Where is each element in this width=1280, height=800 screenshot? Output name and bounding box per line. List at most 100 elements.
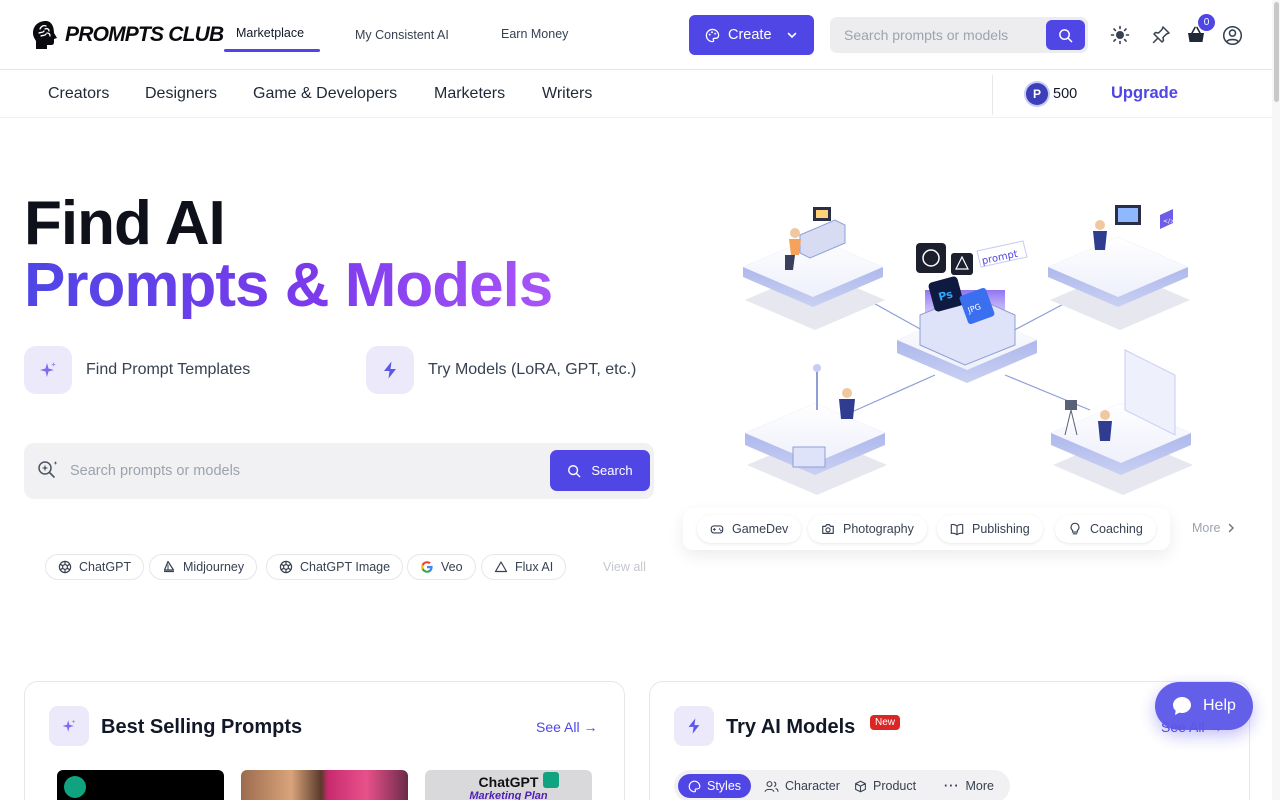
thumbnail-title: ChatGPT	[478, 774, 539, 790]
cart-count-badge: 0	[1198, 14, 1215, 31]
subnav-item-creators[interactable]: Creators	[48, 85, 109, 103]
pin-icon	[1152, 26, 1170, 44]
page-scrollbar[interactable]	[1272, 0, 1280, 800]
model-chip-label: Veo	[441, 560, 463, 574]
category-chip-photography[interactable]: Photography	[808, 515, 927, 543]
users-icon	[764, 780, 779, 792]
create-button[interactable]: Create	[689, 15, 814, 55]
model-chip-chatgpt[interactable]: ChatGPT	[45, 554, 145, 580]
hero-isometric-illustration: </> Ps JPG prompt	[743, 205, 1193, 495]
feature-label: Try Models (LoRA, GPT, etc.)	[428, 361, 637, 378]
chevron-right-icon	[1229, 523, 1235, 533]
subnav-item-designers[interactable]: Designers	[145, 85, 217, 103]
model-chip-label: ChatGPT	[79, 560, 132, 574]
subnav-item-game-developers[interactable]: Game & Developers	[253, 85, 397, 103]
subnav-item-writers[interactable]: Writers	[542, 85, 592, 103]
subnav-item-marketers[interactable]: Marketers	[434, 85, 505, 103]
openai-icon	[58, 560, 72, 574]
tab-more[interactable]: ··· More	[934, 774, 1004, 798]
model-chip-label: Flux AI	[515, 560, 554, 574]
view-all-models-link[interactable]: View all	[603, 560, 648, 574]
tab-styles[interactable]: Styles	[678, 774, 752, 798]
feature-find-prompt-templates[interactable]: Find Prompt Templates	[24, 346, 250, 394]
user-circle-icon	[1222, 25, 1242, 45]
nav-tab-my-consistent-ai[interactable]: My Consistent AI	[355, 28, 449, 42]
header-search-input[interactable]	[844, 17, 1044, 53]
model-chip-veo[interactable]: Veo	[407, 554, 476, 580]
search-sparkle-icon	[38, 461, 58, 478]
thumbnail-subtitle: Marketing Plan	[469, 790, 548, 800]
best-selling-prompts-card: Best Selling Prompts See All → ChatGPT M…	[24, 681, 625, 800]
tab-label: Styles	[707, 779, 742, 793]
book-icon	[950, 523, 964, 536]
account-button[interactable]	[1221, 24, 1243, 46]
category-chip-bar: GameDev Photography Publishing Coaching	[683, 508, 1170, 550]
best-selling-see-all-link[interactable]: See All →	[536, 719, 597, 735]
points-coin-icon: P	[1026, 83, 1048, 105]
more-categories-label: More	[1192, 521, 1221, 535]
model-chip-chatgpt-image[interactable]: ChatGPT Image	[266, 554, 404, 580]
feature-icon-box	[366, 346, 414, 394]
category-subnav: Creators Designers Game & Developers Mar…	[0, 71, 1272, 118]
card-icon-box	[674, 706, 714, 746]
brain-head-icon	[33, 21, 57, 49]
search-icon	[1059, 28, 1073, 42]
logo-text: PROMPTS CLUB	[65, 23, 224, 46]
more-categories-button[interactable]: More	[1192, 521, 1236, 535]
feature-label: Find Prompt Templates	[86, 361, 251, 378]
prompt-thumbnail[interactable]	[57, 770, 224, 800]
openai-icon	[279, 560, 293, 574]
tab-label: Product	[873, 779, 917, 793]
category-chip-publishing[interactable]: Publishing	[937, 515, 1043, 543]
hero-search-input[interactable]	[70, 443, 550, 499]
prompt-thumbnail[interactable]: ChatGPT Marketing Plan	[425, 770, 592, 800]
chevron-down-icon	[787, 32, 796, 39]
scrollbar-thumb[interactable]	[1274, 2, 1279, 102]
create-button-label: Create	[728, 27, 772, 43]
hero-search-button[interactable]: Search	[550, 450, 650, 491]
header-search-button[interactable]	[1046, 20, 1085, 50]
active-tab-indicator	[224, 49, 320, 52]
card-icon-box	[49, 706, 89, 746]
header-search	[830, 17, 1088, 53]
feature-icon-box	[24, 346, 72, 394]
lightning-icon	[384, 361, 396, 379]
more-dots-icon: ···	[944, 779, 960, 793]
prompt-thumbnail[interactable]	[241, 770, 408, 800]
sparkles-icon	[40, 362, 56, 377]
try-ai-models-title: Try AI Models	[726, 716, 856, 738]
model-chip-label: Midjourney	[183, 560, 245, 574]
logo[interactable]: PROMPTS CLUB	[32, 20, 224, 50]
sparkles-icon	[62, 719, 76, 732]
model-chip-label: ChatGPT Image	[300, 560, 391, 574]
help-label: Help	[1203, 697, 1236, 714]
help-chat-button[interactable]: Help	[1155, 682, 1253, 730]
palette-icon	[688, 780, 701, 792]
lightbulb-icon	[1070, 522, 1080, 535]
new-badge: New	[870, 715, 901, 730]
tab-product[interactable]: Product	[844, 774, 926, 798]
category-chip-gamedev[interactable]: GameDev	[697, 515, 802, 543]
nav-tab-earn-money[interactable]: Earn Money	[501, 27, 568, 41]
model-chip-flux-ai[interactable]: Flux AI	[481, 554, 567, 580]
upgrade-link[interactable]: Upgrade	[1111, 84, 1178, 103]
feature-try-models[interactable]: Try Models (LoRA, GPT, etc.)	[366, 346, 636, 394]
svg-text:</>: </>	[1163, 218, 1175, 225]
best-selling-title: Best Selling Prompts	[101, 716, 303, 738]
category-chip-coaching[interactable]: Coaching	[1055, 515, 1156, 543]
chat-bubble-icon	[1173, 697, 1191, 715]
box-icon	[855, 780, 866, 792]
category-chip-label: Photography	[843, 522, 914, 536]
google-icon	[421, 561, 433, 573]
lightning-icon	[688, 718, 700, 734]
model-chip-midjourney[interactable]: Midjourney	[149, 554, 258, 580]
hero-search-button-label: Search	[591, 463, 633, 478]
pin-button[interactable]	[1150, 24, 1172, 46]
nav-tab-marketplace[interactable]: Marketplace	[236, 26, 304, 40]
category-chip-label: GameDev	[732, 522, 789, 536]
theme-toggle-button[interactable]	[1109, 24, 1131, 46]
points-balance: 500	[1053, 86, 1078, 102]
tab-character[interactable]: Character	[754, 774, 850, 798]
model-type-tabs: Styles Character Product ··· More	[674, 770, 1010, 800]
gamepad-icon	[710, 525, 724, 534]
